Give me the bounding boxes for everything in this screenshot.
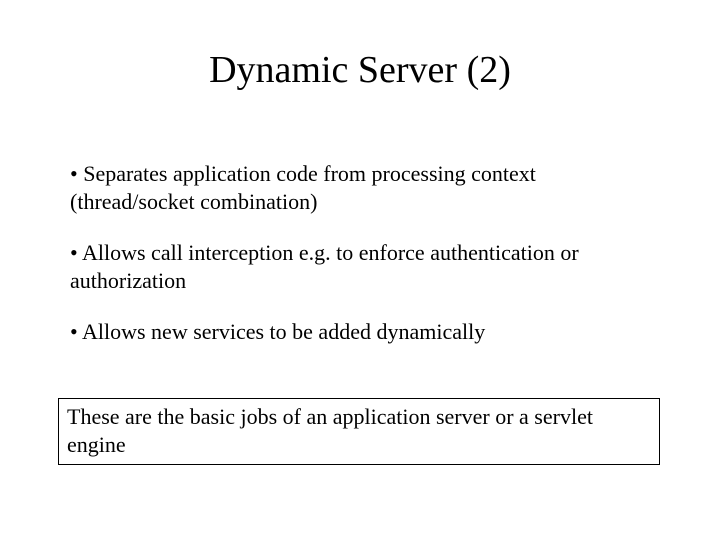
note-box: These are the basic jobs of an applicati… — [58, 398, 660, 465]
slide-title: Dynamic Server (2) — [0, 48, 720, 92]
note-text: These are the basic jobs of an applicati… — [67, 404, 593, 457]
slide-body: • Separates application code from proces… — [70, 160, 650, 370]
slide: Dynamic Server (2) • Separates applicati… — [0, 0, 720, 540]
bullet-item: • Separates application code from proces… — [70, 160, 650, 215]
bullet-item: • Allows call interception e.g. to enfor… — [70, 239, 650, 294]
bullet-item: • Allows new services to be added dynami… — [70, 318, 650, 346]
